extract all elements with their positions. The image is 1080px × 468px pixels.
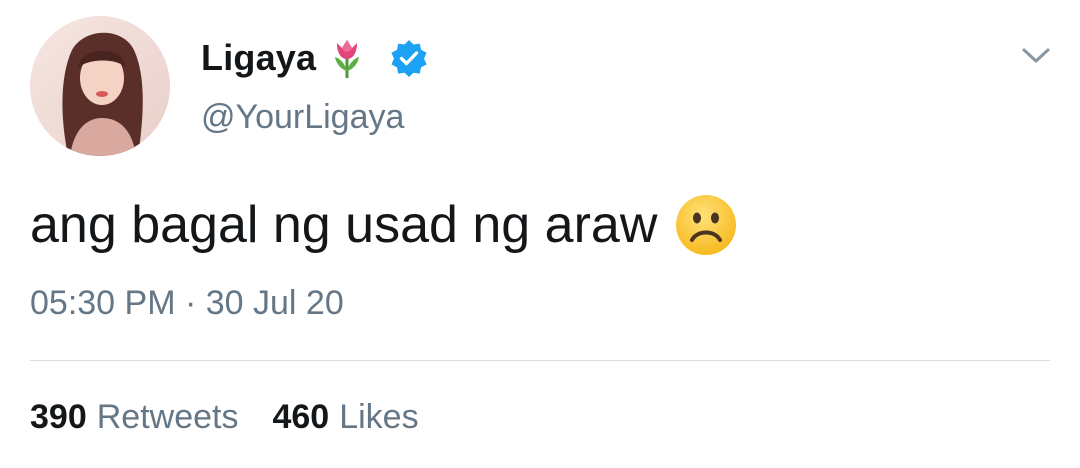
frowning-face-icon bbox=[675, 194, 737, 256]
chevron-down-icon bbox=[1022, 48, 1050, 63]
tweet-text: ang bagal ng usad ng araw bbox=[30, 196, 658, 254]
likes-stat[interactable]: 460 Likes bbox=[272, 398, 418, 437]
tweet-menu-button[interactable] bbox=[1016, 40, 1056, 72]
avatar[interactable] bbox=[30, 16, 170, 156]
tweet-card: Ligaya @YourLigaya ang bagal ng usad ng … bbox=[0, 0, 1080, 468]
retweets-label: Retweets bbox=[96, 398, 239, 436]
retweets-count: 390 bbox=[30, 398, 87, 436]
display-name[interactable]: Ligaya bbox=[201, 37, 316, 79]
tweet-stats: 390 Retweets 460 Likes bbox=[30, 398, 419, 437]
retweets-stat[interactable]: 390 Retweets bbox=[30, 398, 238, 437]
likes-label: Likes bbox=[339, 398, 419, 436]
author-name-row: Ligaya bbox=[201, 36, 428, 80]
verified-badge-icon bbox=[390, 39, 428, 77]
divider bbox=[30, 360, 1050, 361]
tulip-icon bbox=[330, 37, 364, 79]
likes-count: 460 bbox=[272, 398, 330, 436]
author-handle[interactable]: @YourLigaya bbox=[201, 98, 404, 137]
tweet-body: ang bagal ng usad ng araw bbox=[30, 194, 737, 256]
tweet-timestamp[interactable]: 05:30 PM · 30 Jul 20 bbox=[30, 284, 344, 323]
